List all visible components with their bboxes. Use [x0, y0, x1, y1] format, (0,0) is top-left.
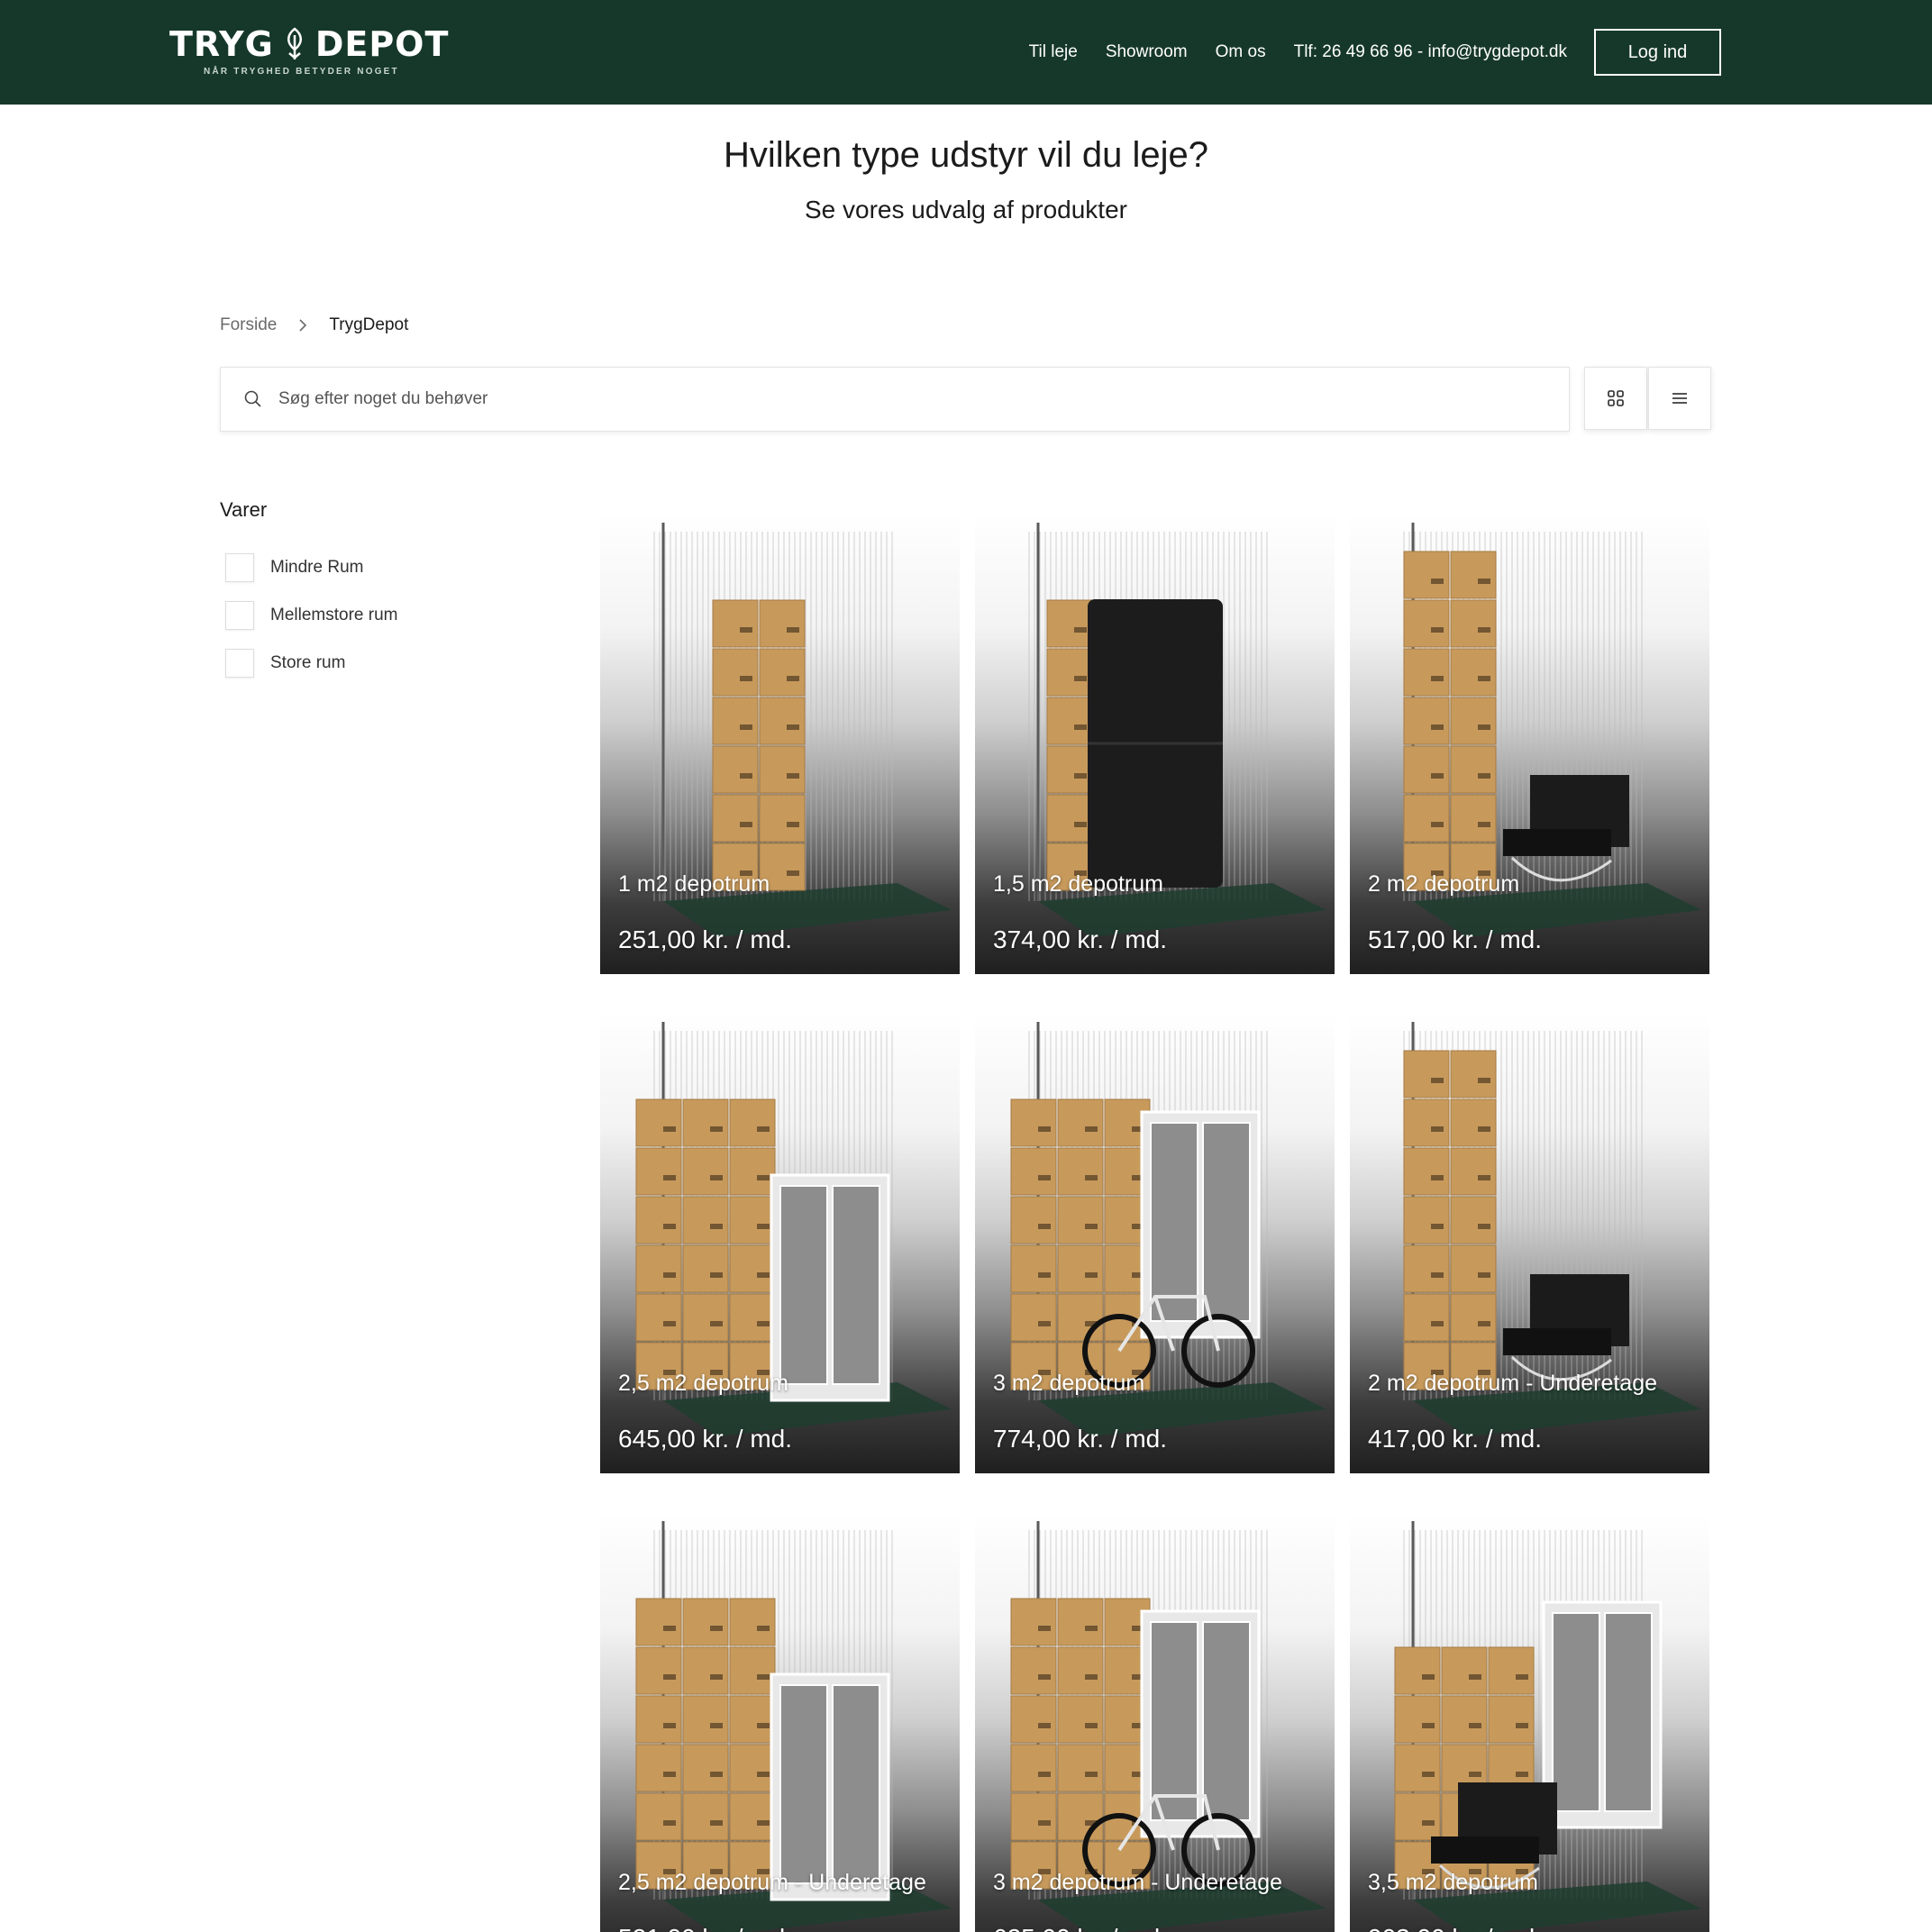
nav-til-leje[interactable]: Til leje [1029, 42, 1078, 62]
grid-icon [1608, 390, 1624, 406]
nav-contact[interactable]: Tlf: 26 49 66 96 - info@trygdepot.dk [1294, 42, 1567, 62]
breadcrumb-current: TrygDepot [329, 315, 409, 334]
filter-label: Mindre Rum [270, 558, 364, 577]
product-name: 2,5 m2 depotrum - Underetage [618, 1870, 926, 1895]
storage-room-image [653, 523, 952, 937]
product-card[interactable]: 3 m2 depotrum - Underetage 625,00 kr. / … [975, 1512, 1335, 1932]
product-price: 417,00 kr. / md. [1368, 1425, 1542, 1453]
product-name: 3 m2 depotrum - Underetage [993, 1870, 1283, 1895]
product-card[interactable]: 1 m2 depotrum 251,00 kr. / md. [600, 514, 960, 974]
product-card[interactable]: 1,5 m2 depotrum 374,00 kr. / md. [975, 514, 1335, 974]
logo-tagline: NÅR TRYGHED BETYDER NOGET [204, 67, 399, 77]
product-price: 251,00 kr. / md. [618, 925, 792, 953]
nav-om-os[interactable]: Om os [1216, 42, 1266, 62]
checkbox[interactable] [225, 553, 254, 582]
filter-list: Mindre Rum Mellemstore rum Store rum [225, 553, 397, 697]
checkbox[interactable] [225, 649, 254, 678]
product-name: 2 m2 depotrum [1368, 871, 1520, 897]
storage-room-image [1010, 1022, 1326, 1436]
nav-showroom[interactable]: Showroom [1106, 42, 1188, 62]
chevron-right-icon [299, 319, 307, 332]
search-icon [244, 390, 261, 407]
product-name: 1 m2 depotrum [618, 871, 770, 897]
grid-view-button[interactable] [1584, 367, 1647, 430]
page-title: Hvilken type udstyr vil du leje? [723, 135, 1209, 175]
storage-room-image [635, 1022, 952, 1436]
product-card[interactable]: 2 m2 depotrum - Underetage 417,00 kr. / … [1350, 1013, 1709, 1473]
filter-label: Mellemstore rum [270, 606, 398, 624]
product-name: 3,5 m2 depotrum [1368, 1870, 1538, 1895]
main-nav: Til leje Showroom Om os Tlf: 26 49 66 96… [1029, 0, 1932, 105]
filter-store-rum[interactable]: Store rum [225, 649, 397, 678]
product-card[interactable]: 3,5 m2 depotrum 903,00 kr. / md. [1350, 1512, 1709, 1932]
search-input[interactable] [278, 389, 1522, 409]
breadcrumb: Forside TrygDepot [220, 315, 408, 335]
product-grid: 1 m2 depotrum 251,00 kr. / md. 1,5 m2 de… [600, 514, 1709, 1932]
product-card[interactable]: 3 m2 depotrum 774,00 kr. / md. [975, 1013, 1335, 1473]
product-name: 1,5 m2 depotrum [993, 871, 1163, 897]
product-name: 2,5 m2 depotrum [618, 1371, 788, 1396]
product-card[interactable]: 2 m2 depotrum 517,00 kr. / md. [1350, 514, 1709, 974]
product-card[interactable]: 2,5 m2 depotrum 645,00 kr. / md. [600, 1013, 960, 1473]
breadcrumb-home[interactable]: Forside [220, 315, 277, 335]
product-card[interactable]: 2,5 m2 depotrum - Underetage 521,00 kr. … [600, 1512, 960, 1932]
login-button[interactable]: Log ind [1594, 29, 1721, 76]
logo-text-right: DEPOT [314, 24, 450, 64]
product-price: 774,00 kr. / md. [993, 1425, 1167, 1453]
logo[interactable]: TRYG DEPOT NÅR TRYGHED BETYDER NOGET [169, 23, 449, 77]
storage-room-image [1028, 523, 1326, 937]
storage-room-image [1403, 523, 1701, 937]
filter-label: Store rum [270, 653, 346, 672]
page-subtitle: Se vores udvalg af produkter [805, 196, 1127, 223]
filter-mindre-rum[interactable]: Mindre Rum [225, 553, 397, 582]
list-view-button[interactable] [1648, 367, 1711, 430]
leaf-icon [287, 27, 302, 59]
product-price: 517,00 kr. / md. [1368, 925, 1542, 953]
list-icon [1672, 393, 1687, 404]
search-bar [220, 367, 1570, 432]
site-header: TRYG DEPOT NÅR TRYGHED BETYDER NOGET Til… [0, 0, 1932, 105]
filters-title: Varer [220, 498, 268, 521]
storage-room-image [1403, 1022, 1701, 1436]
product-price: 645,00 kr. / md. [618, 1425, 792, 1453]
product-price: 903,00 kr. / md. [1368, 1924, 1542, 1932]
product-price: 521,00 kr. / md. [618, 1924, 792, 1932]
product-price: 625,00 kr. / md. [993, 1924, 1167, 1932]
filter-mellemstore-rum[interactable]: Mellemstore rum [225, 601, 397, 630]
product-name: 2 m2 depotrum - Underetage [1368, 1371, 1658, 1396]
product-name: 3 m2 depotrum [993, 1371, 1145, 1396]
product-price: 374,00 kr. / md. [993, 925, 1167, 953]
checkbox[interactable] [225, 601, 254, 630]
logo-text-left: TRYG [169, 24, 274, 64]
